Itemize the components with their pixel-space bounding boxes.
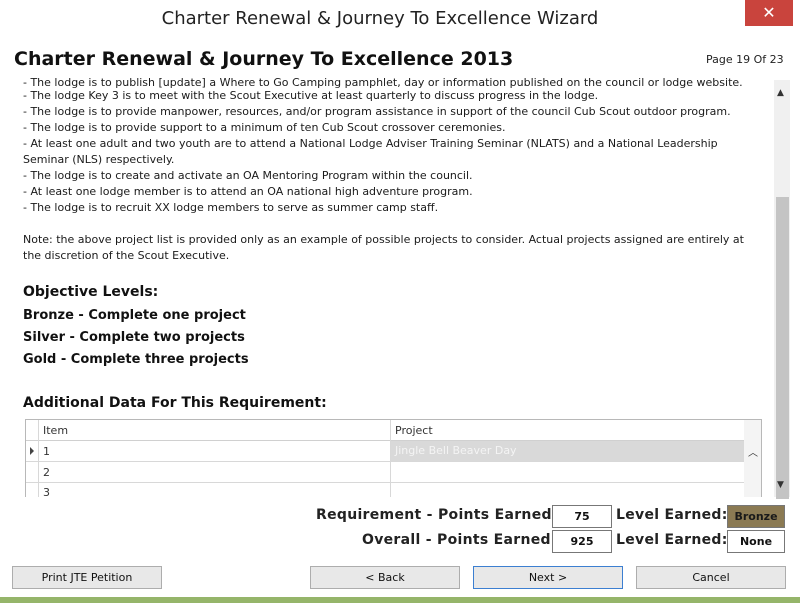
cancel-button[interactable]: Cancel [636,566,786,589]
overall-points-label: Overall - Points Earned: [362,532,557,548]
close-button[interactable]: ✕ [745,0,793,26]
print-jte-petition-button[interactable]: Print JTE Petition [12,566,162,589]
column-separator [38,420,39,497]
table-row-item[interactable]: 3 [43,486,50,497]
next-button[interactable]: Next > [473,566,623,589]
note-line: Note: the above project list is provided… [23,233,744,246]
column-header-project[interactable]: Project [395,424,433,437]
requirement-level-badge: Bronze [727,505,785,528]
overall-level-label: Level Earned: [616,532,728,548]
bottom-border [0,597,800,603]
page-title: Charter Renewal & Journey To Excellence … [14,48,514,70]
row-divider [26,461,744,462]
cut-off-line: - The lodge is to publish [update] a Whe… [23,76,743,89]
project-line: - The lodge Key 3 is to meet with the Sc… [23,89,599,102]
table-row-project-selected[interactable]: Jingle Bell Beaver Day [391,441,744,461]
grid-scrollbar[interactable]: ︿ [744,420,761,497]
requirement-level-label: Level Earned: [616,507,728,523]
content-scrollbar[interactable]: ▲ ▼ [774,80,790,499]
grid-header [26,420,744,441]
overall-level-badge: None [727,530,785,553]
project-line: - The lodge is to create and activate an… [23,169,473,182]
project-line: Seminar (NLS) respectively. [23,153,175,166]
project-line: - The lodge is to recruit XX lodge membe… [23,201,439,214]
content-scroll-area[interactable]: - The lodge is to publish [update] a Whe… [0,74,774,497]
scroll-up-icon[interactable]: ▲ [777,88,784,98]
chevron-up-icon[interactable]: ︿ [748,444,758,459]
table-row-item[interactable]: 1 [43,445,50,458]
page-indicator: Page 19 Of 23 [706,53,784,66]
window-title: Charter Renewal & Journey To Excellence … [161,8,599,29]
current-row-arrow-icon [30,447,34,455]
column-header-item[interactable]: Item [43,424,68,437]
project-line: - The lodge is to provide manpower, reso… [23,105,731,118]
overall-points-value: 925 [552,530,612,553]
row-divider [26,482,744,483]
level-gold: Gold - Complete three projects [23,352,249,367]
level-bronze: Bronze - Complete one project [23,308,246,323]
project-line: - At least one adult and two youth are t… [23,137,718,150]
additional-data-heading: Additional Data For This Requirement: [23,395,327,411]
data-grid[interactable]: Item Project 1 Jingle Bell Beaver Day 2 … [25,419,762,497]
note-line: the discretion of the Scout Executive. [23,249,230,262]
project-cell-text: Jingle Bell Beaver Day [395,444,517,457]
scrollbar-thumb[interactable] [776,197,789,499]
back-button[interactable]: < Back [310,566,460,589]
objective-levels-heading: Objective Levels: [23,284,159,300]
scroll-down-icon[interactable]: ▼ [777,480,784,490]
requirement-points-label: Requirement - Points Earned: [316,507,558,523]
project-line: - The lodge is to provide support to a m… [23,121,506,134]
project-line: - At least one lodge member is to attend… [23,185,473,198]
requirement-points-value: 75 [552,505,612,528]
table-row-item[interactable]: 2 [43,466,50,479]
level-silver: Silver - Complete two projects [23,330,245,345]
